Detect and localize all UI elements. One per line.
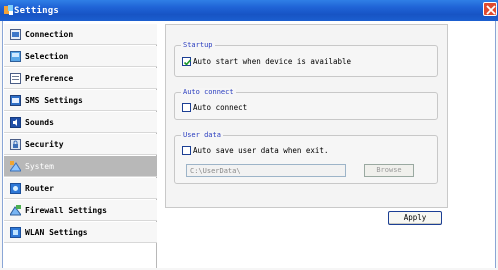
sidebar-item-firewall-settings[interactable]: Firewall Settings xyxy=(4,200,157,221)
sidebar-item-label: Firewall Settings xyxy=(25,206,107,215)
settings-window: Settings Connection Selection Preference… xyxy=(0,0,498,270)
sidebar-item-label: Router xyxy=(25,184,54,193)
sidebar-item-label: WLAN Settings xyxy=(25,228,88,237)
sounds-icon xyxy=(10,117,21,128)
window-title: Settings xyxy=(14,6,59,16)
close-button[interactable] xyxy=(483,2,497,16)
title-bar[interactable]: Settings xyxy=(0,0,498,21)
sidebar-item-router[interactable]: Router xyxy=(4,178,157,199)
sidebar-item-label: Preference xyxy=(25,74,74,83)
browse-button[interactable]: Browse xyxy=(364,164,414,177)
group-title-auto-connect: Auto connect xyxy=(181,88,236,96)
sidebar-item-label: System xyxy=(25,162,54,171)
preference-icon xyxy=(10,73,21,84)
sidebar-item-selection[interactable]: Selection xyxy=(4,46,157,67)
checkmark-icon xyxy=(183,59,192,66)
sidebar-item-security[interactable]: Security xyxy=(4,134,157,155)
sidebar-item-label: Selection xyxy=(25,52,69,61)
apply-button[interactable]: Apply xyxy=(388,211,442,225)
auto-connect-label: Auto connect xyxy=(193,103,248,112)
router-icon xyxy=(10,183,21,194)
sidebar: Connection Selection Preference SMS Sett… xyxy=(4,24,157,268)
security-icon xyxy=(10,139,21,150)
sidebar-item-label: Connection xyxy=(25,30,74,39)
sidebar-item-label: SMS Settings xyxy=(25,96,83,105)
auto-connect-checkbox[interactable] xyxy=(182,103,191,112)
auto-save-label: Auto save user data when exit. xyxy=(193,146,329,155)
auto-start-label: Auto start when device is available xyxy=(193,57,352,66)
sidebar-item-sms-settings[interactable]: SMS Settings xyxy=(4,90,157,111)
close-icon xyxy=(486,5,496,15)
group-title-startup: Startup xyxy=(181,41,215,49)
sidebar-item-system[interactable]: System xyxy=(4,156,157,177)
auto-start-checkbox[interactable] xyxy=(182,57,192,66)
user-data-path-input[interactable]: C:\UserData\ xyxy=(186,164,346,177)
firewall-icon xyxy=(10,205,21,216)
startup-group: Startup Auto start when device is availa… xyxy=(174,41,438,77)
sms-icon xyxy=(10,95,21,106)
system-icon xyxy=(10,161,21,172)
sidebar-item-preference[interactable]: Preference xyxy=(4,68,157,89)
sidebar-item-wlan-settings[interactable]: WLAN Settings xyxy=(4,222,157,243)
sidebar-item-connection[interactable]: Connection xyxy=(4,24,157,45)
settings-panel: Startup Auto start when device is availa… xyxy=(165,24,448,208)
connection-icon xyxy=(10,29,21,40)
sidebar-item-label: Security xyxy=(25,140,64,149)
sidebar-item-label: Sounds xyxy=(25,118,54,127)
auto-connect-group: Auto connect Auto connect xyxy=(174,88,438,120)
sidebar-item-sounds[interactable]: Sounds xyxy=(4,112,157,133)
wlan-icon xyxy=(10,227,21,238)
auto-save-checkbox[interactable] xyxy=(182,146,191,155)
settings-app-icon xyxy=(4,5,13,15)
selection-icon xyxy=(10,51,21,62)
group-title-user-data: User data xyxy=(181,131,223,139)
user-data-group: User data Auto save user data when exit.… xyxy=(174,131,438,184)
